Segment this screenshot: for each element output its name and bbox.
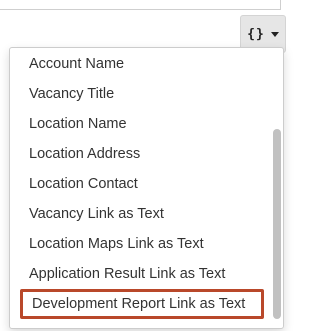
menu-item-application-result-link[interactable]: Application Result Link as Text (29, 259, 225, 289)
menu-item-location-contact[interactable]: Location Contact (29, 169, 138, 199)
placeholder-dropdown-menu: Account Name Vacancy Title Location Name… (9, 47, 284, 329)
menu-item-account-name[interactable]: Account Name (29, 49, 124, 79)
menu-item-location-address[interactable]: Location Address (29, 139, 140, 169)
caret-down-icon (270, 32, 279, 37)
scrollbar-thumb[interactable] (273, 129, 281, 319)
menu-item-location-maps-link[interactable]: Location Maps Link as Text (29, 229, 204, 259)
editor-frame (0, 0, 281, 10)
menu-item-development-report-link[interactable]: Development Report Link as Text (20, 289, 264, 319)
menu-item-vacancy-link[interactable]: Vacancy Link as Text (29, 199, 164, 229)
page: {} Account Name Vacancy Title Location N… (0, 0, 293, 331)
menu-item-location-name[interactable]: Location Name (29, 109, 127, 139)
menu-item-vacancy-title[interactable]: Vacancy Title (29, 79, 114, 109)
curly-braces-icon: {} (247, 26, 265, 42)
scrollbar-track[interactable] (273, 52, 281, 324)
